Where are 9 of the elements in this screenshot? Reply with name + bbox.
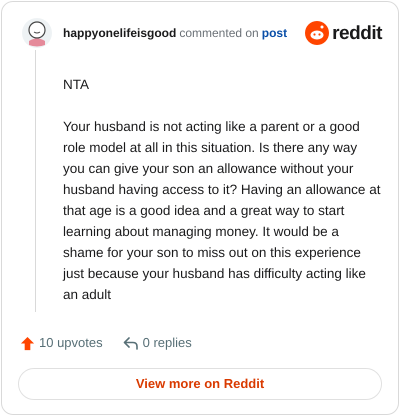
reply-count: 0 replies	[142, 334, 192, 352]
username[interactable]: happyonelifeisgood	[63, 24, 176, 42]
upvote-count: 10 upvotes	[39, 334, 103, 352]
view-more-button[interactable]: View more on Reddit	[18, 368, 382, 400]
post-link[interactable]: post	[262, 24, 288, 42]
reddit-wordmark: reddit	[332, 24, 382, 42]
comment-text: Your husband is not acting like a parent or a good role model at all in this situation. Is there any way you can give your son an allowance without your husband having access to it? Having an allowance at that age is a good idea and a great way to start learning about managing money. It would be a shame for your son to miss out on this experience just because your husband has difficulty acting like an adult	[63, 118, 382, 304]
action-text: commented on	[179, 25, 259, 42]
comment-text: NTA	[63, 76, 90, 94]
